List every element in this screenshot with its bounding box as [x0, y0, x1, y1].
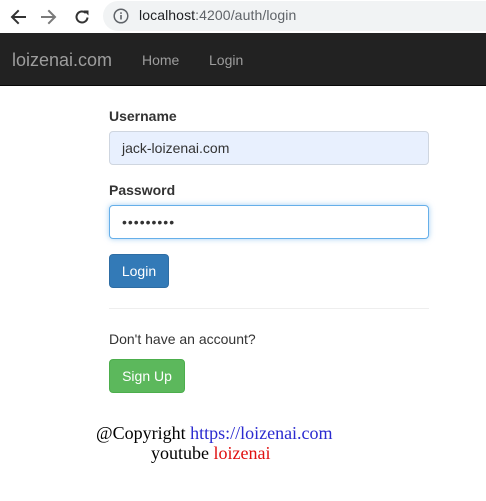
url-host: localhost: [139, 7, 196, 23]
signup-button[interactable]: Sign Up: [109, 359, 185, 393]
username-label: Username: [109, 108, 177, 124]
password-label: Password: [109, 182, 176, 198]
app-navbar: loizenai.com Home Login: [0, 33, 486, 86]
navbar-brand[interactable]: loizenai.com: [12, 50, 112, 71]
nav-link-login[interactable]: Login: [209, 52, 243, 68]
copyright-link: https://loizenai.com: [190, 423, 333, 443]
no-account-text: Don't have an account?: [109, 331, 256, 347]
copyright-prefix: @Copyright: [96, 423, 191, 443]
back-arrow-icon[interactable]: [6, 5, 30, 29]
nav-link-home[interactable]: Home: [142, 52, 179, 68]
browser-toolbar: localhost:4200/auth/login: [0, 0, 486, 33]
divider: [109, 308, 429, 309]
login-button[interactable]: Login: [109, 254, 169, 288]
url-text[interactable]: localhost:4200/auth/login: [139, 7, 296, 23]
info-icon[interactable]: [113, 8, 129, 24]
youtube-line: youtube loizenai: [151, 443, 270, 464]
reload-icon[interactable]: [70, 5, 94, 29]
address-bar[interactable]: localhost:4200/auth/login: [103, 1, 486, 31]
username-input[interactable]: jack-loizenai.com: [109, 131, 429, 165]
password-input[interactable]: •••••••••: [109, 205, 429, 239]
copyright-line: @Copyright https://loizenai.com: [96, 423, 333, 444]
youtube-channel: loizenai: [213, 443, 271, 463]
youtube-prefix: youtube: [151, 443, 214, 463]
forward-arrow-icon[interactable]: [37, 5, 61, 29]
url-path: :4200/auth/login: [195, 7, 297, 23]
